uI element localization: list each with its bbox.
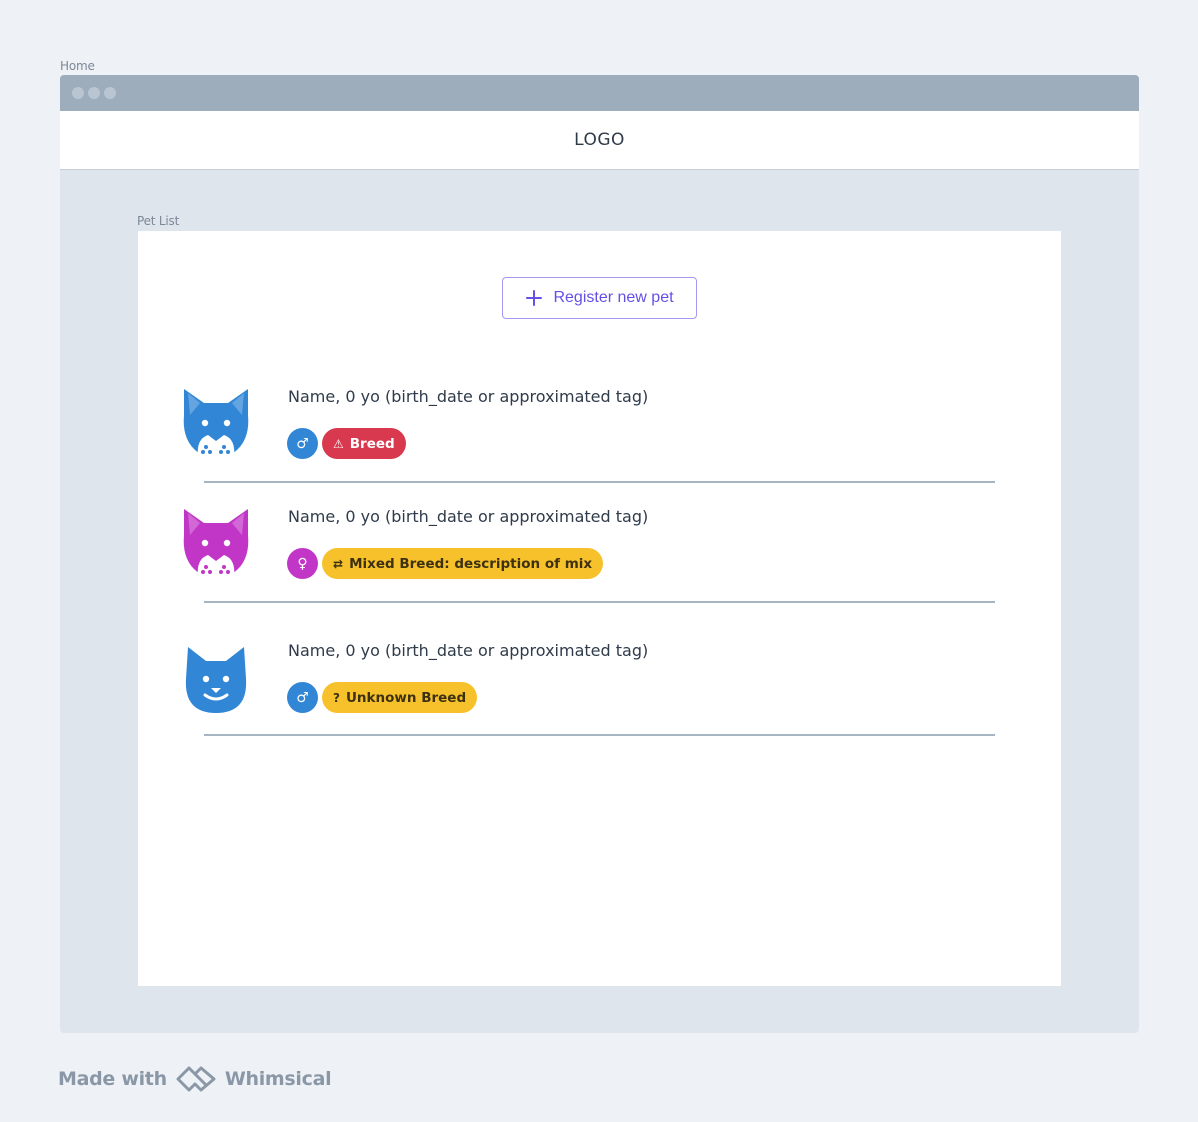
petlist-frame-label: Pet List [137,214,180,228]
dog-icon [178,385,254,461]
app-header: LOGO [60,111,1139,170]
breed-badge: ⇄ Mixed Breed: description of mix [322,548,604,579]
pet-tags: ♂ ⚠ Breed [287,428,406,459]
breed-label: Unknown Breed [345,689,467,706]
pet-list-item[interactable]: Name, 0 yo (birth_date or approximated t… [138,501,1061,621]
made-with-whimsical[interactable]: Made with Whimsical [58,1065,332,1093]
cat-icon [178,643,254,719]
pet-tags: ♀ ⇄ Mixed Breed: description of mix [287,548,604,579]
male-icon: ♂ [287,428,318,459]
pet-name-line: Name, 0 yo (birth_date or approximated t… [288,641,649,660]
window-dot-icon [88,87,100,99]
pet-list-item[interactable]: Name, 0 yo (birth_date or approximated t… [138,633,1061,753]
window-dot-icon [104,87,116,99]
female-icon: ♀ [287,548,318,579]
row-divider [204,481,995,483]
logo[interactable]: LOGO [574,130,625,150]
plus-icon [526,290,543,306]
male-icon: ♂ [287,682,318,713]
register-button-label: Register new pet [553,289,674,306]
window-dot-icon [72,87,84,99]
breed-label: Mixed Breed: description of mix [349,555,593,572]
pet-list-panel: Register new pet Name, 0 yo (birth_date … [138,231,1061,986]
pet-name-line: Name, 0 yo (birth_date or approximated t… [288,507,649,526]
pet-tags: ♂? Unknown Breed [287,682,478,713]
question-icon: ? [333,690,340,705]
made-with-text: Made with [58,1068,167,1090]
breed-badge: ⚠ Breed [322,428,406,459]
row-divider [204,734,995,736]
pet-list-item[interactable]: Name, 0 yo (birth_date or approximated t… [138,381,1061,501]
home-frame-label: Home [60,59,95,73]
breed-label: Breed [349,435,395,452]
register-new-pet-button[interactable]: Register new pet [502,277,697,319]
dog-icon [178,505,254,581]
row-divider [204,601,995,603]
breed-badge: ? Unknown Breed [322,682,478,713]
window-titlebar [60,75,1139,111]
mix-icon: ⇄ [333,556,344,571]
whimsical-logo-icon [176,1066,216,1092]
pet-name-line: Name, 0 yo (birth_date or approximated t… [288,387,649,406]
whimsical-brand-text: Whimsical [224,1068,332,1090]
warning-icon: ⚠ [333,436,344,451]
